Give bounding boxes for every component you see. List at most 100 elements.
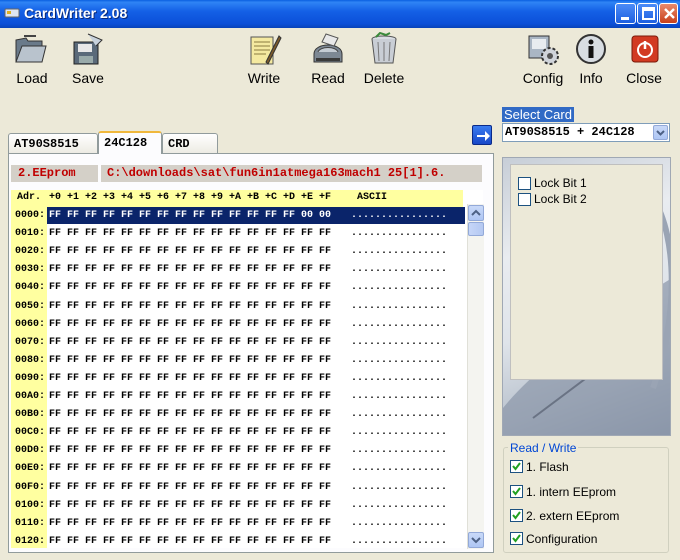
hex-row-address: 0110: <box>14 517 45 529</box>
hex-row-bytes: FF FF FF FF FF FF FF FF FF FF FF FF FF F… <box>49 463 332 475</box>
save-button[interactable]: Save <box>66 30 110 86</box>
hex-row[interactable]: 00E0: FF FF FF FF FF FF FF FF FF FF FF FF… <box>11 460 463 478</box>
hex-row-ascii: ................ <box>351 264 448 276</box>
dropdown-button[interactable] <box>653 125 668 140</box>
next-arrow-button[interactable] <box>472 125 492 145</box>
card-select[interactable]: AT90S8515 + 24C128 <box>502 123 670 142</box>
read-write-title: Read / Write <box>508 441 579 455</box>
delete-label: Delete <box>363 70 405 86</box>
hex-row-ascii: ................ <box>351 535 448 547</box>
hex-row[interactable]: 0110: FF FF FF FF FF FF FF FF FF FF FF FF… <box>11 515 463 533</box>
hex-row[interactable]: 0090: FF FF FF FF FF FF FF FF FF FF FF FF… <box>11 370 463 388</box>
hex-row-bytes: FF FF FF FF FF FF FF FF FF FF FF FF FF F… <box>49 336 332 348</box>
hex-row-bytes: FF FF FF FF FF FF FF FF FF FF FF FF FF F… <box>49 481 332 493</box>
hex-row[interactable]: 00D0: FF FF FF FF FF FF FF FF FF FF FF FF… <box>11 442 463 460</box>
hex-row-bytes: FF FF FF FF FF FF FF FF FF FF FF FF FF F… <box>49 264 332 276</box>
flash-checkbox[interactable] <box>510 460 523 473</box>
checkmark-icon <box>512 534 521 543</box>
hex-row-address: 0030: <box>14 264 45 276</box>
hex-row[interactable]: 0070: FF FF FF FF FF FF FF FF FF FF FF FF… <box>11 334 463 352</box>
hex-row-ascii: ................ <box>351 481 448 493</box>
hex-row[interactable]: 00A0: FF FF FF FF FF FF FF FF FF FF FF FF… <box>11 388 463 406</box>
hex-scrollbar[interactable] <box>467 204 484 549</box>
trash-icon <box>371 32 397 64</box>
hex-row-address: 0120: <box>14 535 45 547</box>
hex-header: Adr. +0 +1 +2 +3 +4 +5 +6 +7 +8 +9 +A +B… <box>11 190 463 207</box>
info-label: Info <box>579 70 603 86</box>
hex-row[interactable]: 0010: FF FF FF FF FF FF FF FF FF FF FF FF… <box>11 225 463 243</box>
tab-at90s8515[interactable]: AT90S8515 <box>8 133 98 154</box>
pen-notepad-icon <box>250 35 282 65</box>
info-icon <box>576 34 606 64</box>
hex-row-address: 00A0: <box>14 391 45 402</box>
select-card-label: Select Card <box>502 107 574 122</box>
hex-row-address: 00D0: <box>14 445 45 457</box>
hex-row-bytes: FF FF FF FF FF FF FF FF FF FF FF FF FF F… <box>49 517 332 529</box>
hex-row-ascii: ................ <box>351 517 448 529</box>
tab-24c128[interactable]: 24C128 <box>98 131 162 154</box>
header-ascii: ASCII <box>357 192 388 203</box>
hex-row-bytes: FF FF FF FF FF FF FF FF FF FF FF FF FF F… <box>49 228 332 240</box>
hex-row[interactable]: 0080: FF FF FF FF FF FF FF FF FF FF FF FF… <box>11 352 463 370</box>
lock-bit-2-checkbox[interactable] <box>518 193 531 206</box>
hex-row-ascii: ................ <box>351 210 448 221</box>
write-label: Write <box>247 70 281 86</box>
hex-row[interactable]: 0030: FF FF FF FF FF FF FF FF FF FF FF FF… <box>11 261 463 279</box>
hex-row-address: 0010: <box>14 228 45 240</box>
scroll-up-button[interactable] <box>468 205 484 221</box>
hex-row[interactable]: 0000: FF FF FF FF FF FF FF FF FF FF FF FF… <box>11 207 465 225</box>
delete-button[interactable]: Delete <box>360 30 408 86</box>
title-bar[interactable]: CardWriter 2.08 <box>0 0 680 28</box>
hex-row-bytes: FF FF FF FF FF FF FF FF FF FF FF FF FF F… <box>49 372 332 384</box>
card-reader-icon <box>313 33 343 63</box>
maximize-icon <box>642 7 655 20</box>
intern-eeprom-checkbox[interactable] <box>510 485 523 498</box>
folder-open-icon <box>15 35 47 63</box>
hex-row-address: 00C0: <box>14 427 45 439</box>
extern-eeprom-checkbox[interactable] <box>510 509 523 522</box>
minimize-button[interactable] <box>615 3 636 24</box>
hex-row[interactable]: 0060: FF FF FF FF FF FF FF FF FF FF FF FF… <box>11 316 463 334</box>
hex-row-address: 0000: <box>14 210 45 221</box>
gear-icon <box>528 35 559 65</box>
hex-row[interactable]: 0020: FF FF FF FF FF FF FF FF FF FF FF FF… <box>11 243 463 261</box>
configuration-label: Configuration <box>526 532 598 546</box>
hex-row[interactable]: 0120: FF FF FF FF FF FF FF FF FF FF FF FF… <box>11 533 463 548</box>
scroll-thumb[interactable] <box>468 222 484 236</box>
close-icon <box>664 8 675 19</box>
arrow-right-icon <box>477 131 490 141</box>
hex-row[interactable]: 00F0: FF FF FF FF FF FF FF FF FF FF FF FF… <box>11 479 463 497</box>
hex-row-bytes: FF FF FF FF FF FF FF FF FF FF FF FF FF F… <box>49 300 332 312</box>
hex-row-ascii: ................ <box>351 228 448 240</box>
close-button[interactable]: Close <box>624 30 664 86</box>
read-button[interactable]: Read <box>306 30 350 86</box>
hex-row-address: 00F0: <box>14 481 45 493</box>
hex-row-ascii: ................ <box>351 499 448 511</box>
hex-row[interactable]: 0040: FF FF FF FF FF FF FF FF FF FF FF FF… <box>11 279 463 297</box>
close-window-button[interactable] <box>659 3 678 24</box>
hex-row-bytes: FF FF FF FF FF FF FF FF FF FF FF FF FF F… <box>49 354 332 366</box>
power-icon <box>631 35 659 63</box>
minimize-icon <box>621 17 629 20</box>
scroll-down-button[interactable] <box>468 532 484 548</box>
hex-row-address: 0080: <box>14 354 45 366</box>
lock-bit-1-checkbox[interactable] <box>518 177 531 190</box>
hex-row[interactable]: 0050: FF FF FF FF FF FF FF FF FF FF FF FF… <box>11 298 463 316</box>
hex-row-ascii: ................ <box>351 354 448 366</box>
hex-row-address: 0090: <box>14 372 45 384</box>
hex-row-address: 0070: <box>14 336 45 348</box>
load-button[interactable]: Load <box>10 30 54 86</box>
tab-crd[interactable]: CRD <box>162 133 218 154</box>
write-button[interactable]: Write <box>243 30 285 86</box>
configuration-checkbox[interactable] <box>510 532 523 545</box>
hex-editor[interactable]: Adr. +0 +1 +2 +3 +4 +5 +6 +7 +8 +9 +A +B… <box>11 190 483 548</box>
hex-row[interactable]: 0100: FF FF FF FF FF FF FF FF FF FF FF FF… <box>11 497 463 515</box>
hex-row-ascii: ................ <box>351 391 448 402</box>
chevron-down-icon <box>656 130 665 136</box>
checkmark-icon <box>512 487 521 496</box>
info-button[interactable]: Info <box>574 30 608 86</box>
hex-row[interactable]: 00B0: FF FF FF FF FF FF FF FF FF FF FF FF… <box>11 406 463 424</box>
maximize-button[interactable] <box>637 3 658 24</box>
config-button[interactable]: Config <box>520 30 566 86</box>
hex-row[interactable]: 00C0: FF FF FF FF FF FF FF FF FF FF FF FF… <box>11 424 463 442</box>
